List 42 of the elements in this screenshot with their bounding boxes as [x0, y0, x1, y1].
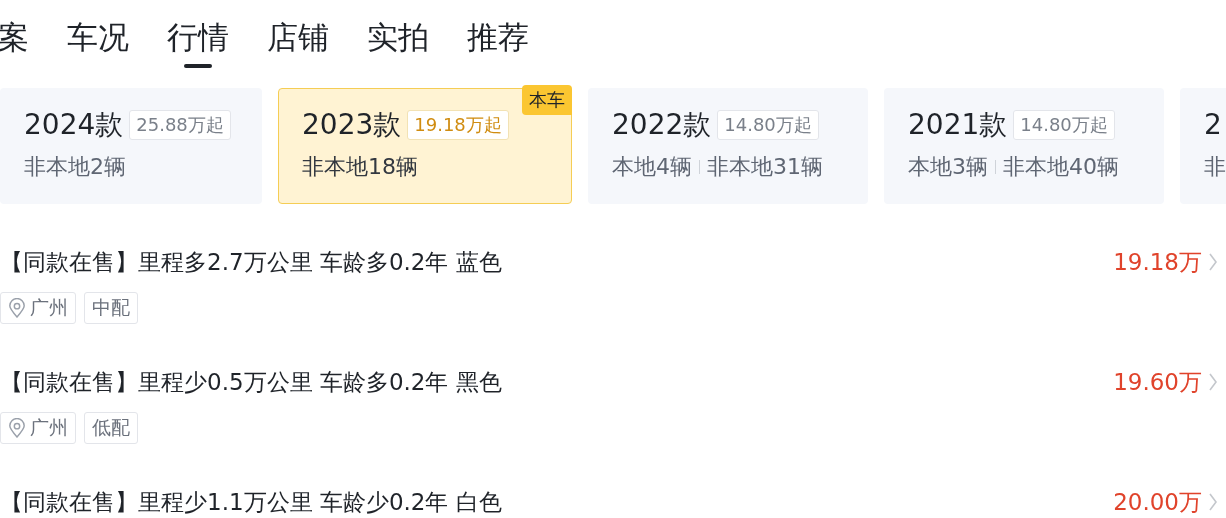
chevron-right-icon[interactable] — [1208, 491, 1218, 513]
listing-price: 19.60万 — [1113, 368, 1202, 397]
listing-title[interactable]: 【同款在售】里程少0.5万公里 车龄多0.2年 黑色 — [0, 364, 502, 400]
vehicle-count: 非本地2辆 — [24, 153, 126, 181]
model-year: 2022款 — [612, 107, 712, 143]
vehicle-count: 本地3辆 — [908, 153, 988, 181]
location-tag: 广州 — [0, 292, 76, 324]
tab[interactable]: 行情 — [167, 16, 229, 68]
price-tag: 25.88万起 — [129, 110, 231, 140]
tab[interactable]: 实拍 — [367, 16, 429, 68]
tab[interactable]: 店铺 — [267, 16, 329, 68]
model-year-card[interactable]: 2 非 — [1180, 88, 1226, 204]
model-year-card[interactable]: 2024款 25.88万起 非本地2辆 — [0, 88, 262, 204]
location-pin-icon — [8, 418, 26, 438]
listing-title[interactable]: 【同款在售】里程少1.1万公里 车龄少0.2年 白色 — [0, 484, 502, 518]
vehicle-count: 非 — [1204, 153, 1226, 181]
model-year: 2024款 — [24, 107, 124, 143]
listing-price: 19.18万 — [1113, 248, 1202, 277]
current-car-badge: 本车 — [522, 85, 572, 115]
model-year-card[interactable]: 2023款 19.18万起 非本地18辆 本车 — [278, 88, 572, 204]
trim-tag: 中配 — [84, 292, 138, 324]
price-tag: 14.80万起 — [1013, 110, 1115, 140]
price-tag: 14.80万起 — [717, 110, 819, 140]
model-year-card[interactable]: 2021款 14.80万起 本地3辆 非本地40辆 — [884, 88, 1164, 204]
model-year-card[interactable]: 2022款 14.80万起 本地4辆 非本地31辆 — [588, 88, 868, 204]
tab[interactable]: 车况 — [67, 16, 129, 68]
vehicle-count: 非本地40辆 — [1003, 153, 1119, 181]
location-tag: 广州 — [0, 412, 76, 444]
chevron-right-icon[interactable] — [1208, 371, 1218, 393]
tab[interactable]: 推荐 — [467, 16, 529, 68]
vehicle-count: 非本地31辆 — [707, 153, 823, 181]
vehicle-count: 本地4辆 — [612, 153, 692, 181]
listing-title[interactable]: 【同款在售】里程多2.7万公里 车龄多0.2年 蓝色 — [0, 244, 502, 280]
model-year: 2021款 — [908, 107, 1008, 143]
trim-tag: 低配 — [84, 412, 138, 444]
chevron-right-icon[interactable] — [1208, 251, 1218, 273]
price-tag: 19.18万起 — [407, 110, 509, 140]
listing-price: 20.00万 — [1113, 488, 1202, 517]
location-pin-icon — [8, 298, 26, 318]
model-year: 2 — [1204, 107, 1222, 143]
vehicle-count: 非本地18辆 — [302, 153, 418, 181]
model-year: 2023款 — [302, 107, 402, 143]
